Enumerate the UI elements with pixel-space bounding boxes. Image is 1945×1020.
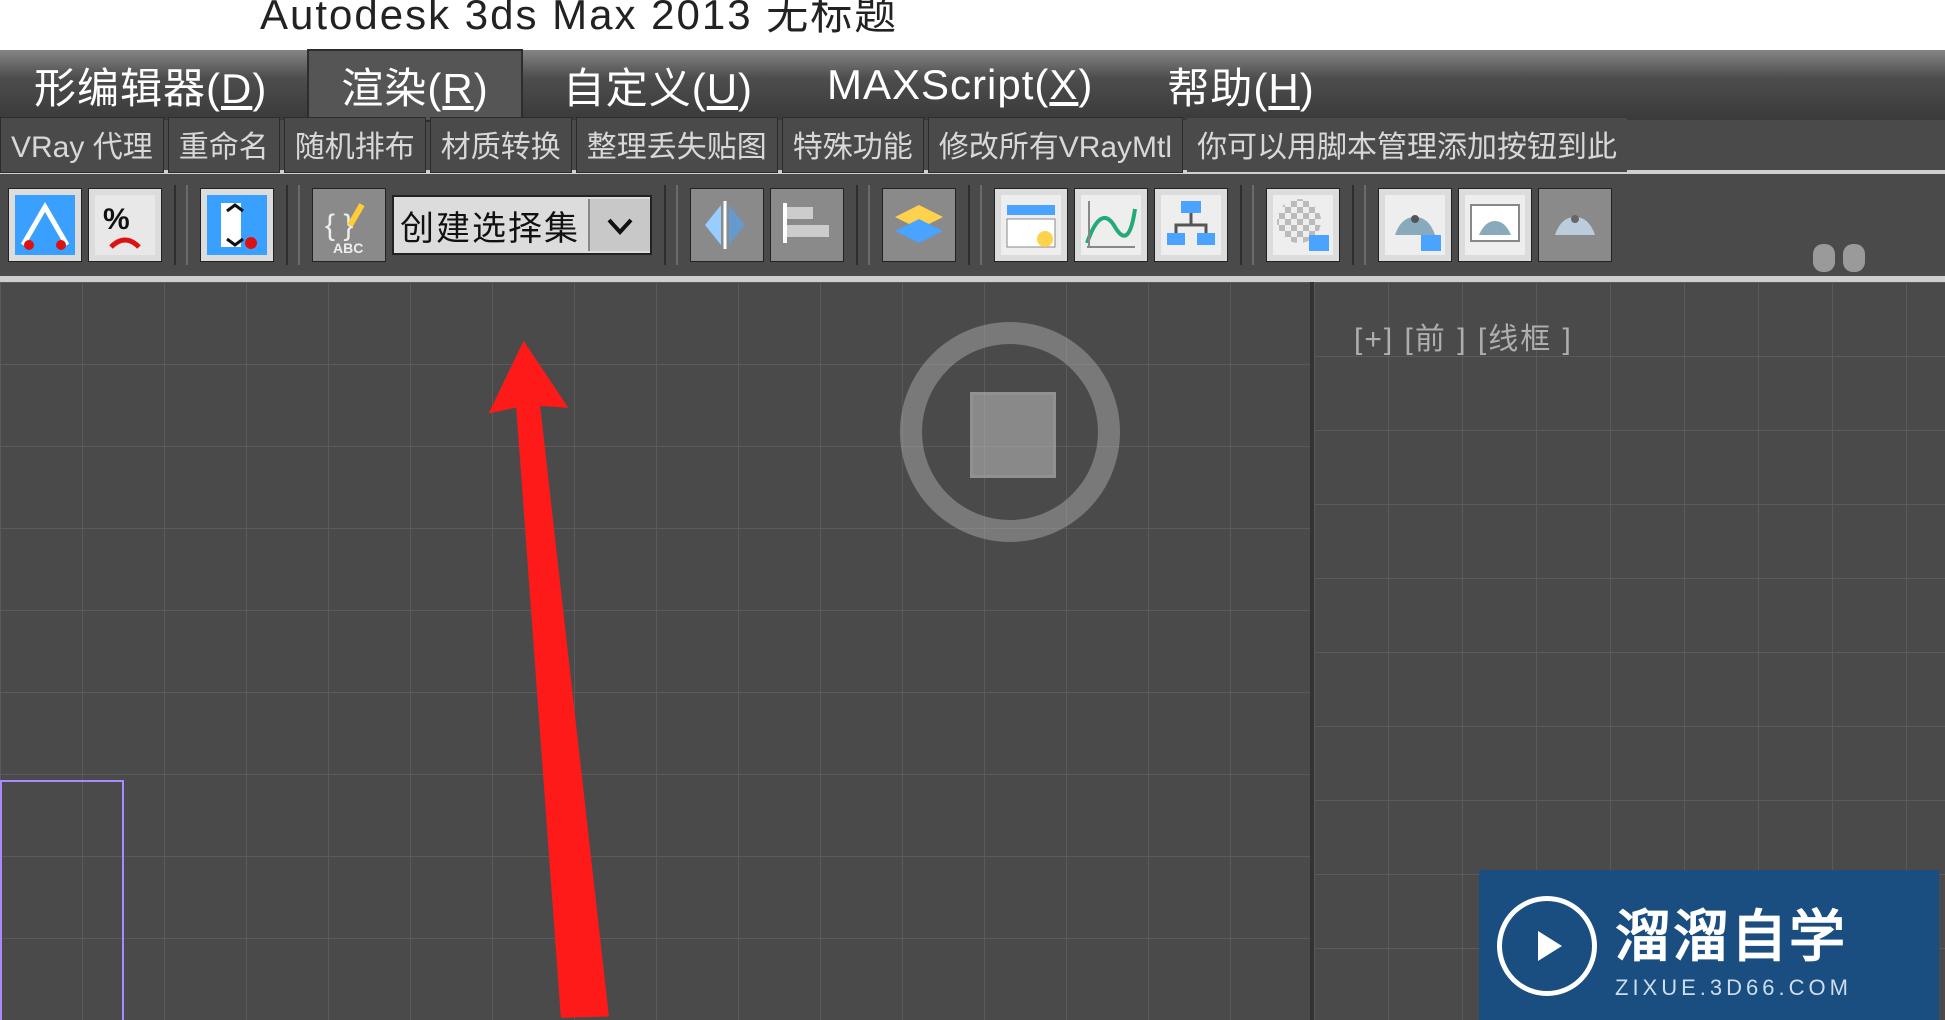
script-toolbar: VRay 代理 重命名 随机排布 材质转换 整理丢失贴图 特殊功能 修改所有VR… [0,120,1945,170]
selection-marquee [0,780,124,1020]
align-icon[interactable] [770,188,844,262]
named-sel-sets-edit-icon[interactable]: { }ABC [312,188,386,262]
main-menu-bar: 形编辑器(D) 渲染(R) 自定义(U) MAXScript(X) 帮助(H) [0,50,1945,120]
curve-editor-icon[interactable] [1074,188,1148,262]
btn-random[interactable]: 随机排布 [284,117,426,173]
angle-snap-icon[interactable] [8,188,82,262]
btn-special-functions[interactable]: 特殊功能 [782,117,924,173]
layer-manager-icon[interactable] [882,188,956,262]
render-frame-icon[interactable] [1458,188,1532,262]
menu-help[interactable]: 帮助(H) [1133,49,1348,122]
btn-modify-all-vraymtl[interactable]: 修改所有VRayMtl [928,117,1183,173]
btn-material-convert[interactable]: 材质转换 [430,117,572,173]
material-editor-icon[interactable] [1266,188,1340,262]
scene-explorer-icon[interactable] [994,188,1068,262]
toolbar-separator [1240,185,1254,265]
watermark-title: 溜溜自学 [1615,892,1852,973]
btn-rename[interactable]: 重命名 [168,117,280,173]
schematic-view-icon[interactable] [1154,188,1228,262]
toolbar-separator [174,185,188,265]
svg-text:%: % [103,203,130,236]
main-toolbar: % { }ABC 创建选择集 [8,178,1945,272]
render-setup-icon[interactable] [1378,188,1452,262]
play-icon [1497,896,1597,996]
menu-graph-editor[interactable]: 形编辑器(D) [0,49,301,122]
watermark-url: ZIXUE.3D66.COM [1615,975,1852,1001]
app-title-text: Autodesk 3ds Max 2013 无标题 [260,0,898,38]
viewcube[interactable] [900,322,1120,542]
menu-customize[interactable]: 自定义(U) [529,49,787,122]
toolbar-separator [286,185,300,265]
render-production-icon[interactable] [1538,188,1612,262]
btn-vray-proxy[interactable]: VRay 代理 [0,117,164,173]
selection-set-value: 创建选择集 [394,201,588,250]
viewport-left[interactable] [0,282,1314,1020]
toolbar-separator [1352,185,1366,265]
window-title: Autodesk 3ds Max 2013 无标题 [0,0,1945,50]
svg-text:{ }: { } [325,209,353,242]
main-toolbar-container: % { }ABC 创建选择集 [0,170,1945,276]
chevron-down-icon[interactable] [588,199,650,251]
toolbar-separator [968,185,982,265]
svg-text:ABC: ABC [333,240,363,255]
viewport-right[interactable]: [+] [前 ] [线框 ] 溜溜自学 ZIXUE.3D66.COM [1314,282,1945,1020]
viewcube-face-icon[interactable] [970,392,1056,478]
menu-render[interactable]: 渲染(R) [307,49,522,122]
script-toolbar-hint: 你可以用脚本管理添加按钮到此 [1187,118,1627,172]
menu-maxscript[interactable]: MAXScript(X) [793,55,1127,115]
spinner-snap-icon[interactable] [200,188,274,262]
viewport-label[interactable]: [+] [前 ] [线框 ] [1354,314,1573,358]
toolbar-separator [856,185,870,265]
percent-snap-icon[interactable]: % [88,188,162,262]
btn-fix-missing-maps[interactable]: 整理丢失贴图 [576,117,778,173]
toolbar-separator [664,185,678,265]
watermark: 溜溜自学 ZIXUE.3D66.COM [1479,870,1939,1020]
selection-set-dropdown[interactable]: 创建选择集 [392,195,652,255]
mirror-icon[interactable] [690,188,764,262]
viewport-area: [+] [前 ] [线框 ] 溜溜自学 ZIXUE.3D66.COM [0,276,1945,1020]
drag-handle-icon [1813,244,1865,272]
